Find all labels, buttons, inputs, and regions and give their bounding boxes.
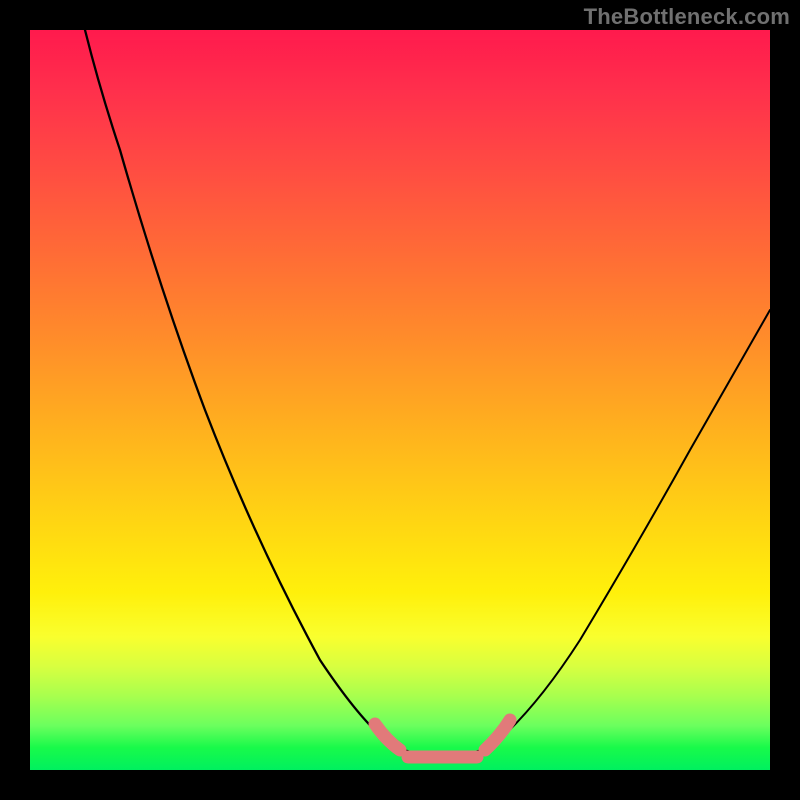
highlight-right-tick	[485, 720, 510, 750]
curve-left-branch	[85, 30, 388, 742]
curve-svg	[30, 30, 770, 770]
chart-frame: TheBottleneck.com	[0, 0, 800, 800]
plot-area	[30, 30, 770, 770]
curve-right-branch	[492, 310, 770, 746]
watermark-text: TheBottleneck.com	[584, 4, 790, 30]
highlight-left-tick	[375, 724, 400, 750]
